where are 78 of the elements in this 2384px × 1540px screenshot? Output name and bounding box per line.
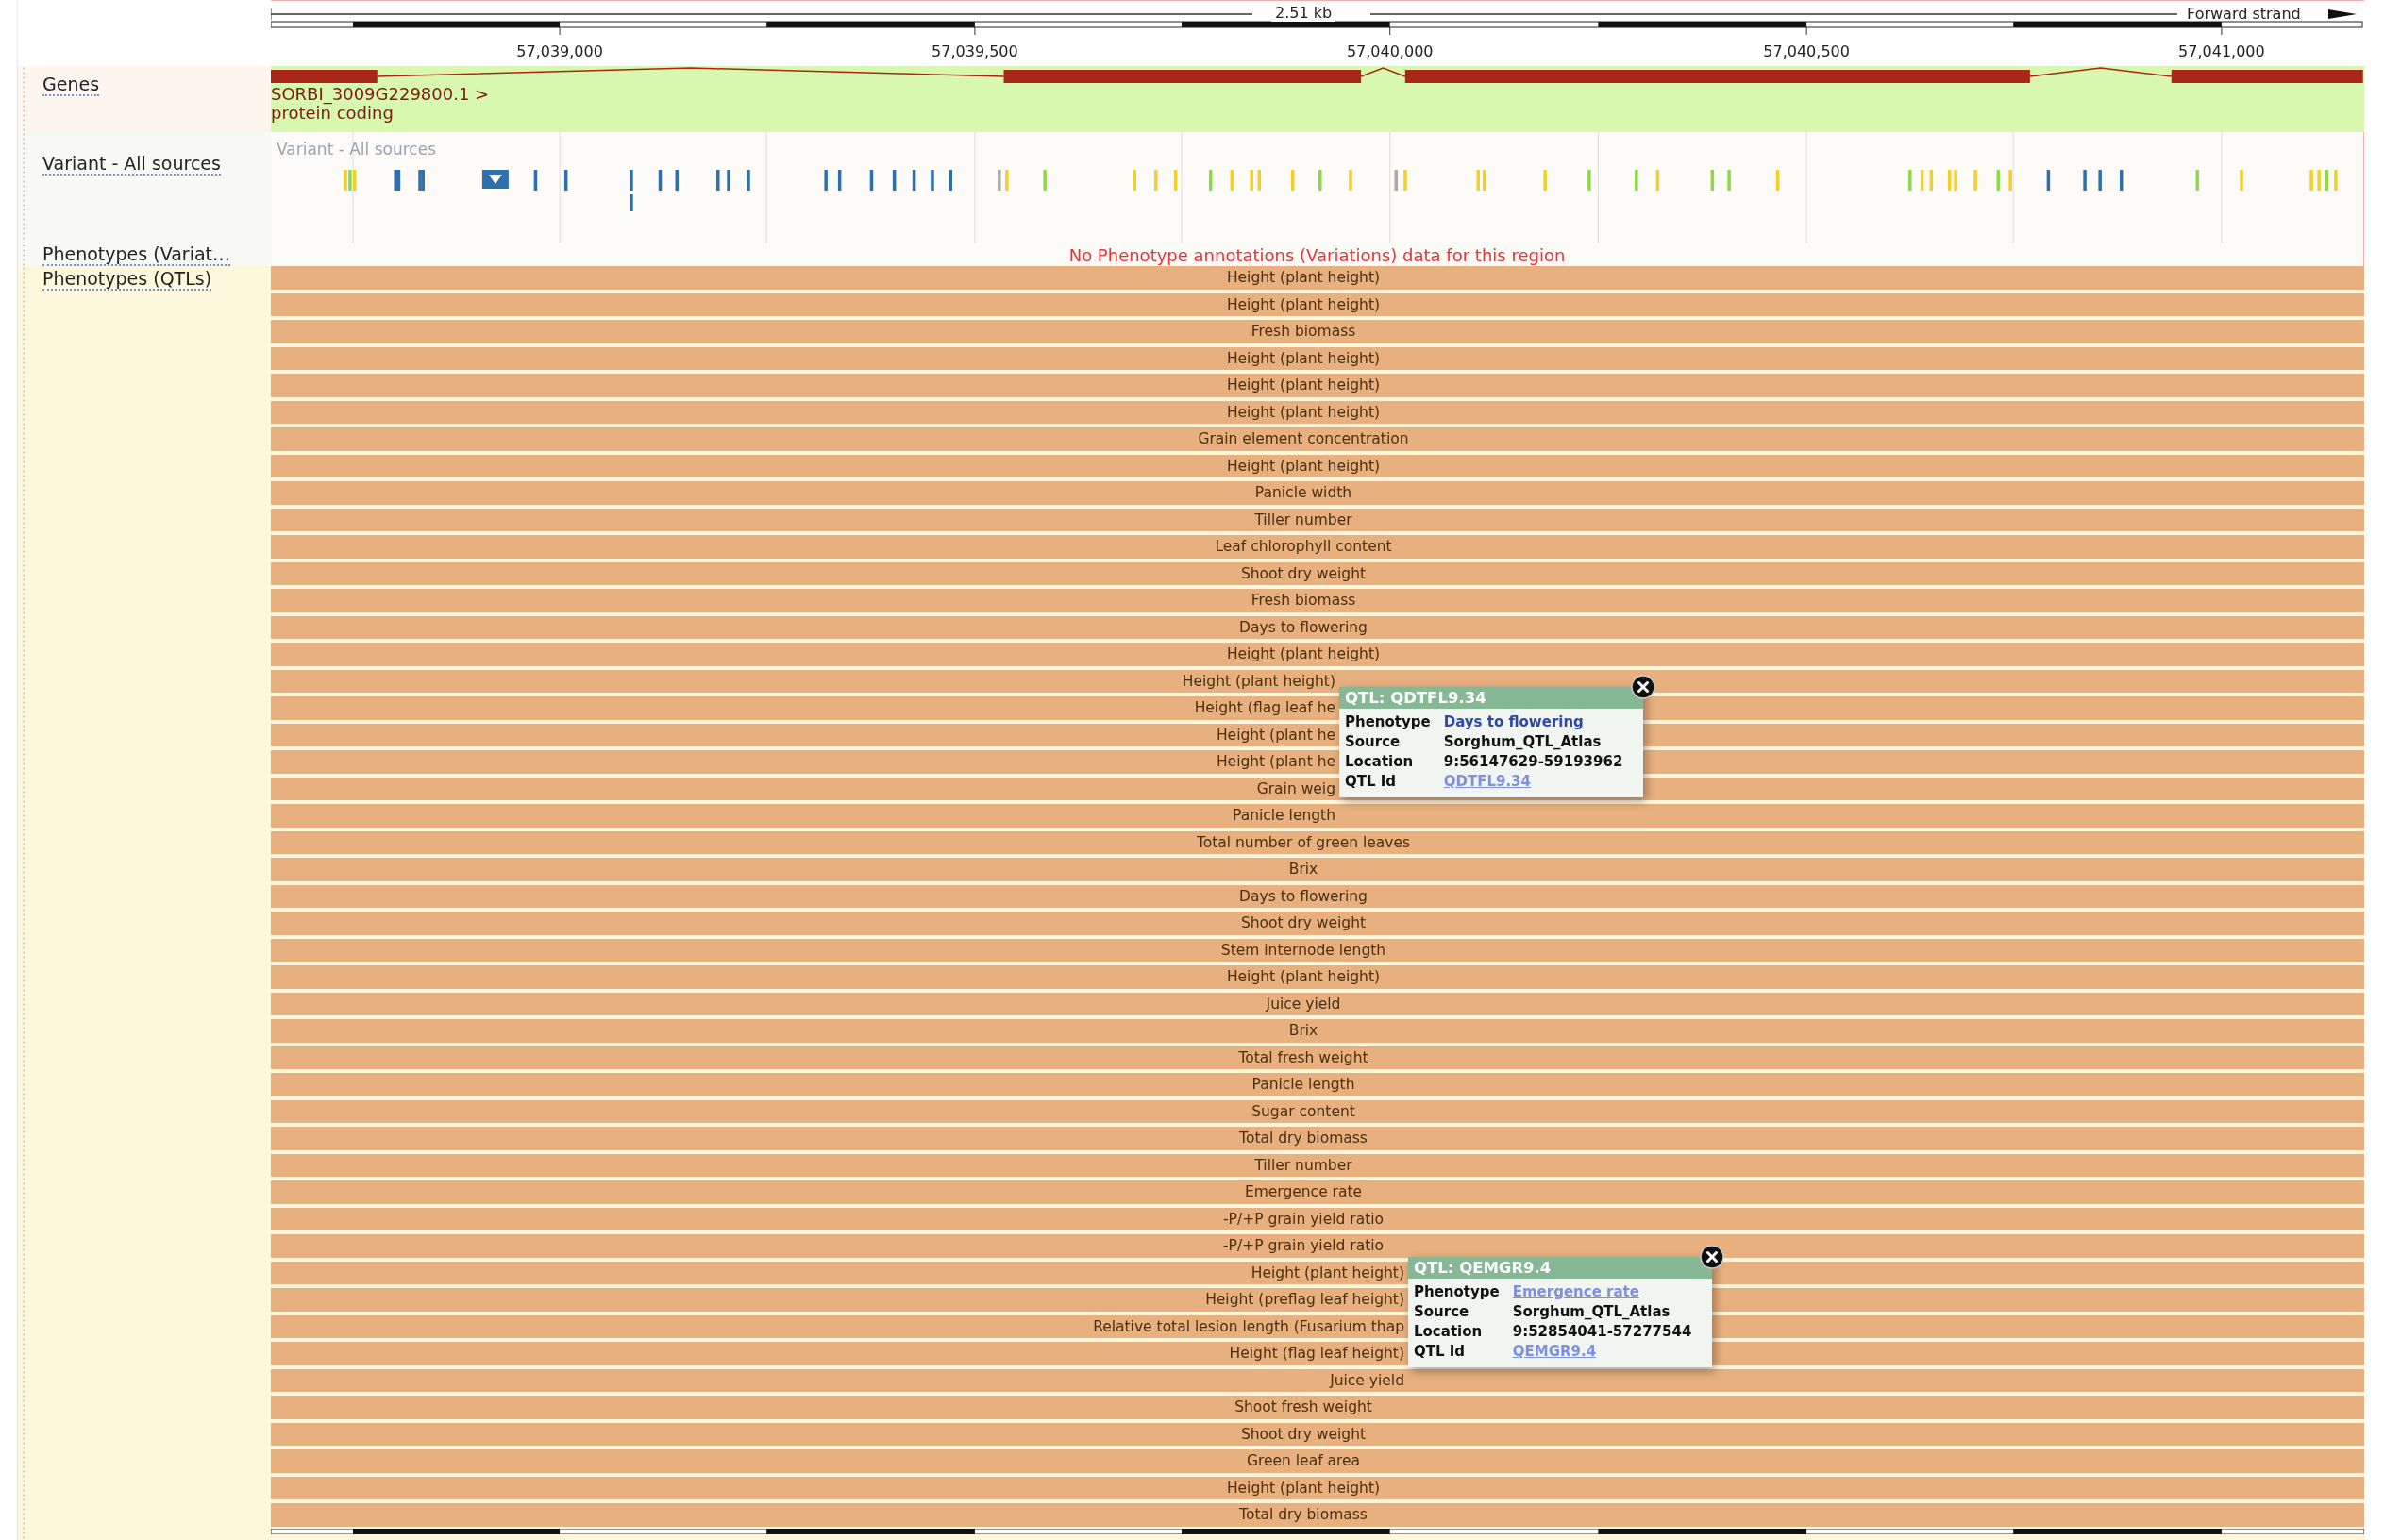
coordinate-label: 57,040,000	[1346, 42, 1434, 60]
span-length: 2.51 kb	[1271, 4, 1336, 22]
qtl-feature-label[interactable]: Panicle length	[1251, 1076, 1355, 1094]
coordinate-label: 57,041,000	[2178, 42, 2265, 60]
qtl-feature-label[interactable]: Brix	[1288, 861, 1318, 879]
qtl-feature-label[interactable]: Total dry biomass	[1239, 1130, 1368, 1147]
coordinate-label: 57,039,000	[516, 42, 603, 60]
qtl-feature-label[interactable]: Height (plant height)	[1226, 457, 1381, 475]
qtl-feature-label[interactable]: Height (plant height)	[1226, 377, 1381, 394]
qtl-feature-label[interactable]: Shoot dry weight	[1240, 1425, 1367, 1443]
track-label[interactable]: Variant - All sources	[42, 153, 221, 176]
qtl-feature-label[interactable]: Emergence rate	[1244, 1183, 1363, 1201]
qtl-feature-label[interactable]: Total number of green leaves	[1196, 833, 1411, 851]
field-label: Phenotype	[1414, 1283, 1500, 1300]
qtl-feature-label[interactable]: Height (plant height)	[1182, 672, 1335, 690]
qtl-feature-label[interactable]: Shoot dry weight	[1240, 564, 1367, 582]
qtl-feature-label[interactable]: Green leaf area	[1246, 1452, 1361, 1470]
gene-biotype: protein coding	[271, 104, 394, 123]
qtl-feature-label[interactable]: Panicle length	[1233, 807, 1335, 825]
qtl-feature-label[interactable]: Total fresh weight	[1238, 1048, 1368, 1066]
field-label: Source	[1345, 733, 1402, 750]
field-value: 9:52854041-57277544	[1512, 1323, 1693, 1340]
close-icon[interactable]	[1631, 675, 1655, 699]
qtl-feature-label[interactable]: Grain element concentration	[1198, 430, 1409, 448]
qtl-feature-label[interactable]: Height (plant height)	[1226, 1479, 1381, 1497]
field-label: QTL Id	[1414, 1343, 1467, 1360]
qtl-feature-label[interactable]: -P/+P grain yield ratio	[1223, 1237, 1384, 1255]
qtl-feature-label[interactable]: Height (plant height)	[1226, 349, 1381, 367]
qtl-feature-label[interactable]: Height (plant height)	[1226, 645, 1381, 663]
qtl-feature-label[interactable]: Fresh biomass	[1251, 592, 1356, 610]
strand-label: Forward strand	[2187, 5, 2301, 23]
field-value: Sorghum_QTL_Atlas	[1512, 1303, 1671, 1320]
qtl-feature-label[interactable]: Fresh biomass	[1251, 323, 1356, 341]
qtl-feature-label[interactable]: Days to flowering	[1239, 887, 1368, 905]
qtl-feature-label[interactable]: Shoot fresh weight	[1234, 1398, 1372, 1416]
qtl-feature-label[interactable]: Total dry biomass	[1239, 1506, 1368, 1524]
qtl-feature-label[interactable]: Height (flag leaf height)	[1229, 1345, 1404, 1363]
qtl-feature-label[interactable]: Grain weig	[1256, 779, 1335, 797]
qtl-feature-label[interactable]: Height (plant height)	[1226, 403, 1381, 421]
qtl-feature-label[interactable]: Brix	[1288, 1022, 1318, 1040]
no-data-message: No Phenotype annotations (Variations) data for this region	[1068, 244, 1566, 265]
track-label[interactable]: Genes	[42, 74, 100, 96]
coordinate-label: 57,040,500	[1763, 42, 1850, 60]
qtl-feature-label[interactable]: Height (plant height)	[1226, 968, 1381, 986]
coordinate-label: 57,039,500	[932, 42, 1018, 60]
qtl-feature-label[interactable]: Panicle width	[1254, 484, 1352, 502]
qtl-feature-label[interactable]: Juice yield	[1330, 1371, 1404, 1389]
qtl-feature-label[interactable]: Stem internode length	[1220, 941, 1386, 959]
field-value: Sorghum_QTL_Atlas	[1443, 733, 1603, 750]
track-caption: Variant - All sources	[277, 140, 437, 159]
qtl-feature-label[interactable]: Height (flag leaf he	[1194, 699, 1335, 717]
qtl-feature-label[interactable]: Height (plant he	[1216, 726, 1335, 744]
field-value: 9:56147629-59193962	[1443, 753, 1624, 770]
qtl-feature-label[interactable]: Height (plant height)	[1226, 269, 1381, 287]
qtl-feature-label[interactable]: Shoot dry weight	[1240, 914, 1367, 932]
popup-title: QTL: QEMGR9.4	[1408, 1257, 1712, 1279]
qtl-feature-label[interactable]: -P/+P grain yield ratio	[1223, 1210, 1384, 1228]
qtl-feature-label[interactable]: Height (plant he	[1216, 753, 1335, 771]
qtl-feature-label[interactable]: Juice yield	[1266, 995, 1341, 1013]
field-label: QTL Id	[1345, 773, 1398, 790]
field-link[interactable]: Days to flowering	[1443, 713, 1637, 730]
close-icon[interactable]	[1700, 1245, 1724, 1269]
qtl-feature-label[interactable]: Days to flowering	[1239, 618, 1368, 636]
qtl-feature-label[interactable]: Sugar content	[1251, 1102, 1355, 1120]
qtl-feature-label[interactable]: Leaf chlorophyll content	[1215, 538, 1392, 556]
field-label: Location	[1345, 753, 1415, 770]
qtl-feature-label[interactable]: Height (preflag leaf height)	[1205, 1291, 1404, 1309]
qtl-feature-label[interactable]: Tiller number	[1254, 1156, 1352, 1174]
field-label: Phenotype	[1345, 713, 1431, 730]
field-label: Location	[1414, 1323, 1484, 1340]
qtl-feature-label[interactable]: Height (plant height)	[1251, 1264, 1404, 1281]
qtl-feature-label[interactable]: Relative total lesion length (Fusarium thap	[1093, 1317, 1404, 1335]
popup-title: QTL: QDTFL9.34	[1339, 687, 1643, 709]
field-label: Source	[1414, 1303, 1470, 1320]
track-label[interactable]: Phenotypes (QTLs)	[42, 268, 212, 291]
qtl-feature-label[interactable]: Tiller number	[1254, 511, 1352, 528]
qtl-feature-label[interactable]: Height (plant height)	[1226, 295, 1381, 313]
gene-name[interactable]: SORBI_3009G229800.1 >	[271, 85, 490, 104]
